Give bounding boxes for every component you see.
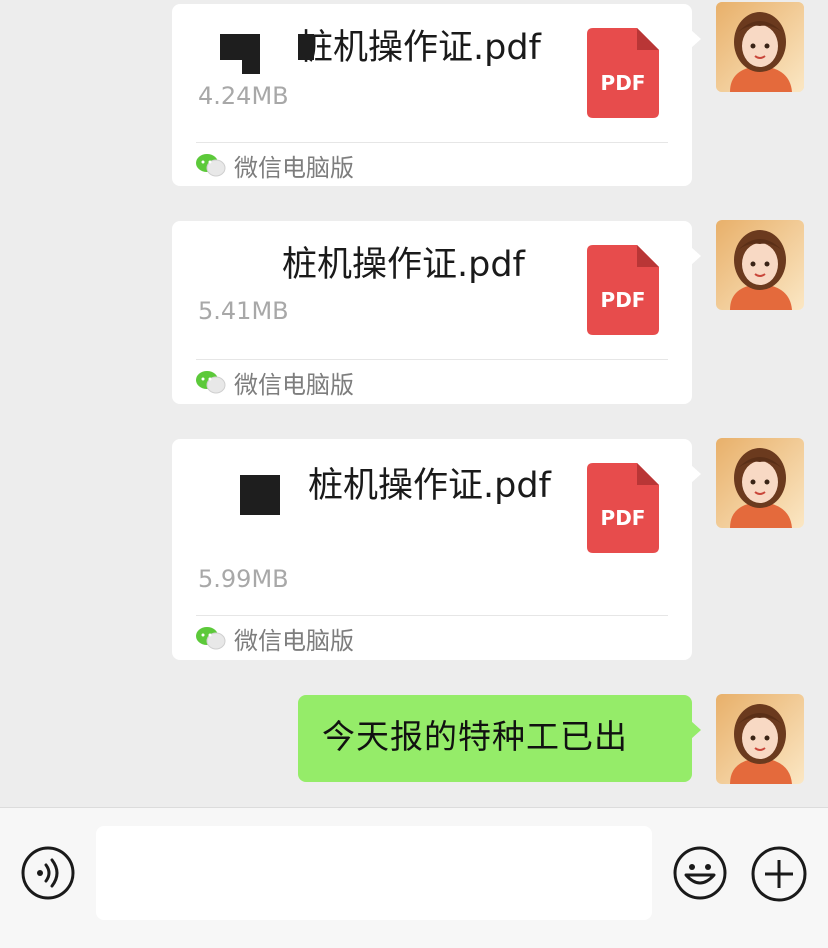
file-size: 5.99MB: [198, 565, 289, 593]
pdf-icon: PDF: [587, 463, 659, 553]
source-label: 微信电脑版: [234, 370, 354, 399]
pdf-icon: PDF: [587, 245, 659, 335]
text-message-bubble[interactable]: 今天报的特种工已出: [298, 695, 701, 782]
file-message-card[interactable]: 桩机操作证.pdf 4.24MB PDF 微信电脑版: [172, 4, 701, 186]
svg-text:PDF: PDF: [601, 288, 646, 312]
avatar-icon: [716, 438, 804, 528]
svg-text:PDF: PDF: [601, 71, 646, 95]
wechat-icon: [196, 371, 226, 394]
svg-text:PDF: PDF: [601, 506, 646, 530]
redaction-block: [180, 229, 272, 289]
source-row: 微信电脑版: [196, 623, 354, 655]
avatar-icon: [716, 220, 804, 310]
input-bar: [0, 807, 828, 948]
redaction-block: [242, 56, 260, 74]
wechat-icon: [196, 154, 226, 177]
avatar-icon: [716, 2, 804, 92]
plus-icon[interactable]: [750, 845, 808, 903]
avatar[interactable]: [716, 220, 804, 310]
source-row: 微信电脑版: [196, 367, 354, 399]
emoji-icon[interactable]: [672, 845, 728, 901]
source-label: 微信电脑版: [234, 153, 354, 182]
wechat-icon: [196, 627, 226, 650]
file-message-card[interactable]: 桩机操作证.pdf 5.99MB PDF 微信电脑版: [172, 439, 701, 660]
avatar-icon: [716, 694, 804, 784]
avatar[interactable]: [716, 2, 804, 92]
file-size: 5.41MB: [198, 297, 289, 325]
file-size: 4.24MB: [198, 82, 289, 110]
divider: [196, 615, 668, 616]
voice-icon[interactable]: [20, 845, 76, 901]
source-label: 微信电脑版: [234, 626, 354, 655]
pdf-icon: PDF: [587, 28, 659, 118]
message-input[interactable]: [96, 826, 652, 920]
file-message-card[interactable]: 桩机操作证.pdf 5.41MB PDF 微信电脑版: [172, 221, 701, 404]
avatar[interactable]: [716, 694, 804, 784]
source-row: 微信电脑版: [196, 150, 354, 182]
divider: [196, 142, 668, 143]
redaction-block: [298, 34, 314, 60]
divider: [196, 359, 668, 360]
avatar[interactable]: [716, 438, 804, 528]
message-text: 今天报的特种工已出: [322, 717, 628, 756]
redaction-block: [262, 497, 280, 515]
